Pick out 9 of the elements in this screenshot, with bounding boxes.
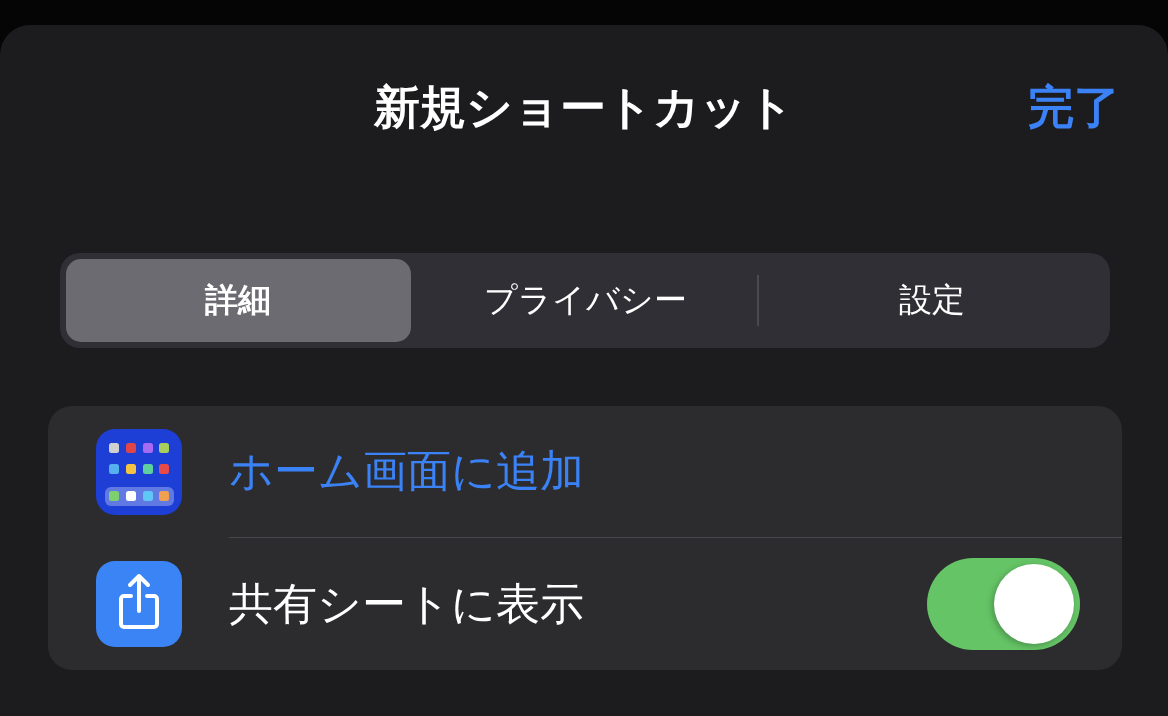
done-button[interactable]: 完了 <box>1028 77 1120 139</box>
segment-tab[interactable]: プライバシー <box>412 259 758 342</box>
share-icon <box>96 560 182 647</box>
sheet-title: 新規ショートカット <box>374 79 794 136</box>
option-label: 共有シートに表示 <box>229 576 584 631</box>
app-grid-icon <box>96 428 182 515</box>
segment-tab[interactable]: 詳細 <box>66 259 411 342</box>
add-to-home-screen-link[interactable]: ホーム画面に追加 <box>229 442 584 501</box>
segment-tab[interactable]: 設定 <box>759 259 1104 342</box>
